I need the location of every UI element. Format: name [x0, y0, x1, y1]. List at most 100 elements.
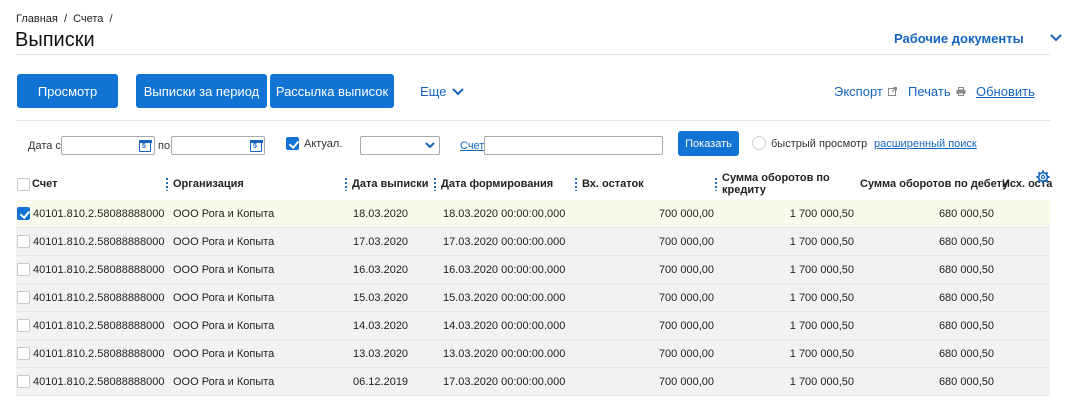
print-link[interactable]: Печать — [908, 84, 966, 99]
calendar-icon[interactable]: 5 — [138, 139, 152, 152]
cell-created-date: 14.03.2020 00:00:00.000 — [443, 320, 566, 332]
row-checkbox[interactable] — [17, 235, 30, 248]
chevron-down-icon — [425, 142, 435, 149]
cell-created-date: 15.03.2020 00:00:00.000 — [443, 292, 566, 304]
cell-created-date: 16.03.2020 00:00:00.000 — [443, 264, 566, 276]
cell-credit-turnover: 1 700 000,50 — [789, 376, 854, 388]
breadcrumb-accounts[interactable]: Счета — [73, 13, 103, 25]
more-label: Еще — [420, 84, 447, 99]
status-select[interactable] — [360, 136, 440, 155]
cell-organization: ООО Рога и Копыта — [173, 292, 275, 304]
row-checkbox[interactable] — [17, 347, 30, 360]
table-row[interactable]: 40101.810.2.58088888000 ООО Рога и Копыта… — [16, 312, 1050, 340]
cell-debit-turnover: 680 000,50 — [938, 376, 994, 388]
breadcrumb-home[interactable]: Главная — [16, 13, 58, 25]
cell-opening-balance: 700 000,00 — [658, 376, 714, 388]
column-resize-handle[interactable] — [575, 177, 577, 191]
table-row[interactable]: 40101.810.2.58088888000 ООО Рога и Копыта… — [16, 340, 1050, 368]
cell-account: 40101.810.2.58088888000 — [33, 292, 165, 304]
view-button[interactable]: Просмотр — [17, 74, 118, 108]
table-row[interactable]: 40101.810.2.58088888000 ООО Рога и Копыта… — [16, 200, 1050, 228]
cell-organization: ООО Рога и Копыта — [173, 376, 275, 388]
cell-statement-date: 17.03.2020 — [353, 236, 409, 248]
table-row[interactable]: 40101.810.2.58088888000 ООО Рога и Копыта… — [16, 368, 1050, 396]
advanced-search-link[interactable]: расширенный поиск — [874, 138, 977, 150]
cell-statement-date: 18.03.2020 — [353, 208, 409, 220]
more-menu[interactable]: Еще — [420, 84, 465, 99]
chevron-down-icon[interactable] — [1048, 32, 1064, 44]
cell-debit-turnover: 680 000,50 — [938, 348, 994, 360]
date-to-label: по — [158, 140, 171, 152]
cell-opening-balance: 700 000,00 — [658, 236, 714, 248]
column-resize-handle[interactable] — [715, 177, 717, 191]
cell-account: 40101.810.2.58088888000 — [33, 376, 165, 388]
row-checkbox[interactable] — [17, 207, 30, 220]
cell-credit-turnover: 1 700 000,50 — [789, 320, 854, 332]
column-header-credit-turnover[interactable]: Сумма оборотов по кредиту — [715, 168, 845, 200]
column-resize-handle[interactable] — [434, 177, 436, 191]
column-header-created-date[interactable]: Дата формирования — [434, 168, 574, 200]
cell-debit-turnover: 680 000,50 — [938, 264, 994, 276]
breadcrumb-separator: / — [63, 13, 67, 25]
cell-statement-date: 06.12.2019 — [353, 376, 409, 388]
cell-organization: ООО Рога и Копыта — [173, 348, 275, 360]
actual-label: Актуал. — [304, 138, 343, 150]
cell-statement-date: 16.03.2020 — [353, 264, 409, 276]
column-header-opening-balance[interactable]: Вх. остаток — [575, 168, 715, 200]
export-link[interactable]: Экспорт — [834, 84, 897, 99]
date-from-label: Дата с — [28, 140, 61, 152]
select-all-checkbox[interactable] — [17, 178, 30, 191]
column-header-statement-date[interactable]: Дата выписки — [345, 168, 435, 200]
quick-view-checkbox[interactable] — [752, 136, 766, 150]
table-row[interactable]: 40101.810.2.58088888000 ООО Рога и Копыта… — [16, 256, 1050, 284]
calendar-icon[interactable]: 5 — [249, 139, 263, 152]
row-checkbox[interactable] — [17, 263, 30, 276]
show-button[interactable]: Показать — [678, 131, 739, 156]
breadcrumb-separator: / — [109, 13, 113, 25]
print-label: Печать — [908, 84, 951, 99]
cell-organization: ООО Рога и Копыта — [173, 236, 275, 248]
cell-opening-balance: 700 000,00 — [658, 264, 714, 276]
table-header: Счет Организация Дата выписки Дата форми… — [16, 168, 1052, 200]
table-row[interactable]: 40101.810.2.58088888000 ООО Рога и Копыта… — [16, 228, 1050, 256]
cell-credit-turnover: 1 700 000,50 — [789, 208, 854, 220]
account-label[interactable]: Счет — [460, 140, 484, 152]
page-title: Выписки — [15, 29, 95, 51]
cell-account: 40101.810.2.58088888000 — [33, 208, 165, 220]
gear-icon[interactable] — [1036, 170, 1050, 184]
chevron-down-icon — [452, 87, 465, 95]
cell-opening-balance: 700 000,00 — [658, 348, 714, 360]
filter-divider — [16, 120, 1050, 121]
cell-created-date: 17.03.2020 00:00:00.000 — [443, 376, 566, 388]
quick-view-label: быстрый просмотр — [771, 138, 868, 150]
cell-debit-turnover: 680 000,50 — [938, 292, 994, 304]
cell-statement-date: 15.03.2020 — [353, 292, 409, 304]
cell-debit-turnover: 680 000,50 — [938, 236, 994, 248]
column-resize-handle[interactable] — [345, 177, 347, 191]
cell-organization: ООО Рога и Копыта — [173, 320, 275, 332]
cell-statement-date: 13.03.2020 — [353, 348, 409, 360]
mail-statements-button[interactable]: Рассылка выписок — [270, 74, 394, 108]
actual-checkbox[interactable] — [286, 137, 299, 150]
cell-account: 40101.810.2.58088888000 — [33, 320, 165, 332]
account-input[interactable] — [484, 136, 663, 155]
cell-credit-turnover: 1 700 000,50 — [789, 236, 854, 248]
column-header-account[interactable]: Счет — [32, 168, 162, 200]
row-checkbox[interactable] — [17, 319, 30, 332]
cell-opening-balance: 700 000,00 — [658, 292, 714, 304]
period-statements-button[interactable]: Выписки за период — [136, 74, 267, 108]
cell-credit-turnover: 1 700 000,50 — [789, 292, 854, 304]
column-resize-handle[interactable] — [166, 177, 168, 191]
cell-account: 40101.810.2.58088888000 — [33, 264, 165, 276]
table-row[interactable]: 40101.810.2.58088888000 ООО Рога и Копыта… — [16, 284, 1050, 312]
row-checkbox[interactable] — [17, 291, 30, 304]
column-header-organization[interactable]: Организация — [166, 168, 336, 200]
refresh-link[interactable]: Обновить — [976, 84, 1035, 99]
cell-account: 40101.810.2.58088888000 — [33, 236, 165, 248]
row-checkbox[interactable] — [17, 375, 30, 388]
column-header-debit-turnover[interactable]: Сумма оборотов по дебету — [855, 168, 1008, 200]
cell-organization: ООО Рога и Копыта — [173, 264, 275, 276]
work-documents-link[interactable]: Рабочие документы — [894, 31, 1024, 46]
cell-opening-balance: 700 000,00 — [658, 320, 714, 332]
breadcrumb: Главная / Счета / — [16, 13, 116, 25]
